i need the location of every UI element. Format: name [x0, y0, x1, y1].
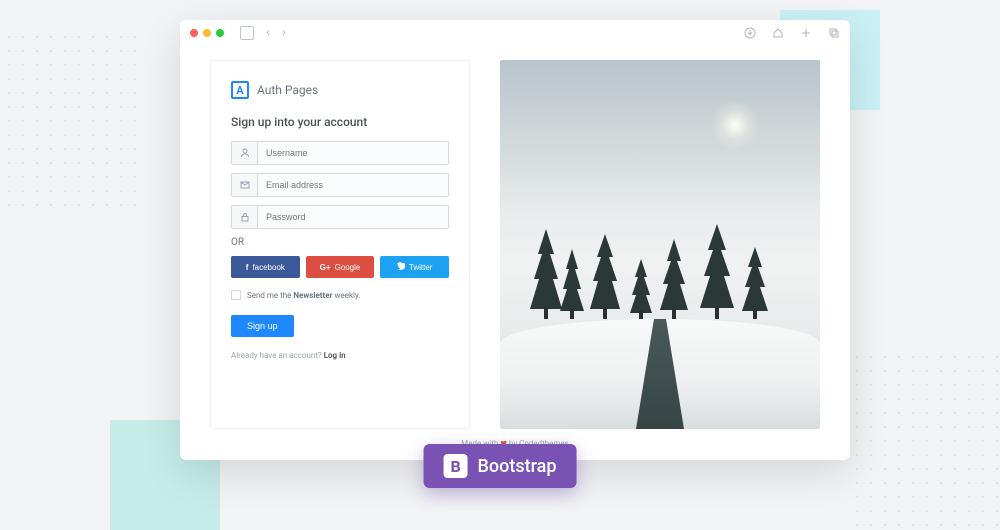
page-content: A Auth Pages Sign up into your account — [180, 46, 850, 460]
email-input[interactable] — [258, 174, 448, 196]
bootstrap-logo-icon: B — [444, 454, 468, 478]
email-input-group — [231, 173, 449, 197]
brand-name: Auth Pages — [257, 83, 318, 97]
mail-icon — [232, 174, 258, 196]
bootstrap-badge: B Bootstrap — [424, 444, 577, 488]
bg-dots-bottom-right — [850, 350, 1000, 530]
signup-button[interactable]: Sign up — [231, 315, 294, 337]
password-input[interactable] — [258, 206, 448, 228]
tree-graphic — [700, 224, 734, 319]
lock-icon — [232, 206, 258, 228]
tree-graphic — [742, 247, 768, 319]
maximize-window-button[interactable] — [216, 29, 224, 37]
twitter-icon — [397, 262, 405, 272]
password-input-group — [231, 205, 449, 229]
google-button[interactable]: G+ Google — [306, 256, 375, 278]
download-icon[interactable] — [744, 27, 756, 39]
user-icon — [232, 142, 258, 164]
bootstrap-text: Bootstrap — [478, 456, 557, 477]
tree-graphic — [660, 239, 688, 319]
brand: A Auth Pages — [231, 81, 449, 99]
newsletter-label: Send me the Newsletter weekly. — [247, 291, 360, 300]
form-heading: Sign up into your account — [231, 115, 449, 129]
minimize-window-button[interactable] — [203, 29, 211, 37]
new-tab-icon[interactable] — [800, 27, 812, 39]
tree-graphic — [590, 234, 620, 319]
brand-logo-icon: A — [231, 81, 249, 99]
signup-form-panel: A Auth Pages Sign up into your account — [210, 60, 470, 429]
newsletter-checkbox[interactable] — [231, 290, 241, 300]
google-label: Google — [335, 263, 361, 272]
tree-graphic — [530, 229, 562, 319]
already-text: Already have an account? — [231, 351, 324, 360]
or-divider: OR — [231, 237, 449, 248]
nav-forward-button[interactable]: › — [282, 25, 286, 40]
sun-graphic — [710, 100, 760, 150]
facebook-button[interactable]: f facebook — [231, 256, 300, 278]
twitter-button[interactable]: Twitter — [380, 256, 449, 278]
tree-graphic — [630, 259, 652, 319]
tabs-icon[interactable] — [828, 27, 840, 39]
browser-window: ‹ › A Auth Pages Sign — [180, 20, 850, 460]
google-plus-icon: G+ — [320, 263, 331, 272]
sidebar-toggle-icon[interactable] — [240, 26, 254, 40]
username-input-group — [231, 141, 449, 165]
hero-image — [500, 60, 820, 429]
home-icon[interactable] — [772, 27, 784, 39]
twitter-label: Twitter — [409, 263, 433, 272]
titlebar: ‹ › — [180, 20, 850, 46]
bg-dots-top-left — [0, 30, 140, 210]
newsletter-row: Send me the Newsletter weekly. — [231, 290, 449, 300]
close-window-button[interactable] — [190, 29, 198, 37]
tree-graphic — [560, 249, 584, 319]
login-link[interactable]: Log in — [324, 351, 346, 360]
facebook-label: facebook — [252, 263, 284, 272]
username-input[interactable] — [258, 142, 448, 164]
window-controls — [190, 29, 224, 37]
login-row: Already have an account? Log in — [231, 351, 449, 360]
nav-back-button[interactable]: ‹ — [266, 25, 270, 40]
facebook-icon: f — [246, 263, 249, 272]
